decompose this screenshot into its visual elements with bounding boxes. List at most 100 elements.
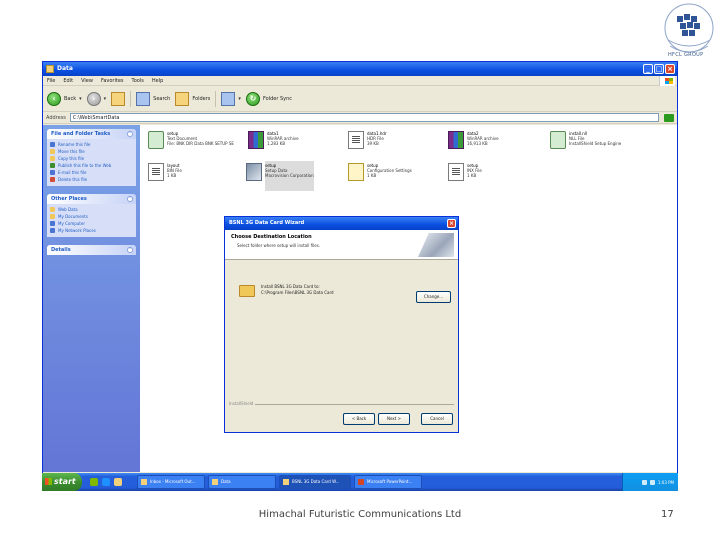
dropdown-arrow-icon: ▾ bbox=[103, 96, 107, 102]
folder-icon bbox=[50, 207, 55, 212]
back-arrow-icon: ‹ bbox=[47, 92, 61, 106]
task-wizard[interactable]: BSNL 3G Data Card W... bbox=[279, 475, 351, 489]
toolbar-separator bbox=[130, 91, 132, 107]
expand-icon[interactable]: ˅ bbox=[127, 247, 133, 253]
start-button[interactable]: start bbox=[42, 473, 82, 491]
menu-edit[interactable]: Edit bbox=[63, 76, 73, 85]
back-label: Back bbox=[64, 96, 77, 102]
slide-footer: Himachal Futuristic Communications Ltd bbox=[258, 509, 462, 520]
place-my-network[interactable]: My Network Places bbox=[50, 227, 133, 234]
menu-file[interactable]: File bbox=[47, 76, 55, 85]
file-item[interactable]: data2 WinRAR archive 16,913 KB bbox=[448, 129, 553, 159]
details-group: Details ˅ bbox=[47, 245, 136, 255]
email-icon bbox=[50, 170, 55, 175]
network-icon bbox=[50, 228, 55, 233]
menu-favorites[interactable]: Favorites bbox=[101, 76, 124, 85]
maximize-button[interactable]: □ bbox=[654, 64, 664, 74]
network-tray-icon[interactable] bbox=[641, 479, 647, 485]
task-group-header[interactable]: File and Folder Tasks ˄ bbox=[47, 129, 136, 139]
task-group-header[interactable]: Details ˅ bbox=[47, 245, 136, 255]
dialog-heading: Choose Destination Location bbox=[231, 234, 312, 240]
up-button[interactable] bbox=[111, 90, 126, 108]
folders-icon bbox=[175, 92, 190, 106]
copy-icon bbox=[50, 156, 55, 161]
delete-icon bbox=[50, 177, 55, 182]
file-item[interactable]: data1 WinRAR archive 1,283 KB bbox=[248, 129, 353, 159]
logo-text: HFCL GROUP bbox=[668, 52, 704, 58]
menu-view[interactable]: View bbox=[81, 76, 93, 85]
collapse-icon[interactable]: ˄ bbox=[127, 131, 133, 137]
task-group-header[interactable]: Other Places ˄ bbox=[47, 194, 136, 204]
change-button[interactable]: Change... bbox=[416, 291, 451, 303]
slide: HFCL GROUP Data _ □ × File Edit View Fav… bbox=[0, 0, 720, 540]
document-icon bbox=[148, 163, 164, 181]
menu-bar: File Edit View Favorites Tools Help bbox=[43, 76, 677, 86]
document-icon bbox=[448, 163, 464, 181]
back-button[interactable]: ‹ Back ▾ bbox=[47, 90, 82, 108]
next-button[interactable]: Next > bbox=[378, 413, 410, 425]
address-label: Address bbox=[46, 115, 66, 121]
volume-tray-icon[interactable] bbox=[649, 479, 655, 485]
minimize-button[interactable]: _ bbox=[643, 64, 653, 74]
window-titlebar[interactable]: Data _ □ × bbox=[43, 62, 677, 76]
file-item-selected[interactable]: setup Setup Data Macrovision Corporation bbox=[246, 161, 351, 191]
file-item[interactable]: layout BIN File 1 KB bbox=[148, 161, 253, 191]
task-move[interactable]: Move this file bbox=[50, 148, 133, 155]
menu-help[interactable]: Help bbox=[152, 76, 163, 85]
file-item[interactable]: setup Text Document File: BNK DIR Data BNK… bbox=[148, 129, 253, 159]
task-inbox[interactable]: Inbox - Microsoft Out... bbox=[137, 475, 205, 489]
page-number: 17 bbox=[661, 509, 674, 520]
folders-button[interactable]: Folders bbox=[175, 90, 210, 108]
menu-tools[interactable]: Tools bbox=[132, 76, 144, 85]
settings-file-icon bbox=[550, 131, 566, 149]
other-places-group: Other Places ˄ Web Data My Documents My … bbox=[47, 194, 136, 237]
dialog-body: Install BSNL 3G Data Card to: C:\Program… bbox=[225, 260, 458, 403]
views-button[interactable]: ▾ bbox=[221, 90, 241, 108]
move-icon bbox=[50, 149, 55, 154]
dialog-close-button[interactable]: × bbox=[447, 219, 456, 228]
collapse-icon[interactable]: ˄ bbox=[127, 196, 133, 202]
mail-icon[interactable] bbox=[114, 478, 122, 486]
setup-installer-icon bbox=[348, 163, 364, 181]
cancel-button[interactable]: Cancel bbox=[421, 413, 453, 425]
show-desktop-icon[interactable] bbox=[90, 478, 98, 486]
place-my-documents[interactable]: My Documents bbox=[50, 213, 133, 220]
search-button[interactable]: Search bbox=[136, 90, 170, 108]
task-rename[interactable]: Rename this file bbox=[50, 141, 133, 148]
footer-divider bbox=[255, 404, 454, 405]
window-title: Data bbox=[57, 65, 73, 72]
task-copy[interactable]: Copy this file bbox=[50, 155, 133, 162]
search-label: Search bbox=[153, 96, 171, 102]
back-button[interactable]: < Back bbox=[343, 413, 375, 425]
folder-sync-button[interactable]: ↻ Folder Sync bbox=[245, 90, 293, 108]
powerpoint-icon bbox=[358, 479, 364, 485]
task-email[interactable]: E-mail this file bbox=[50, 169, 133, 176]
task-delete[interactable]: Delete this file bbox=[50, 176, 133, 183]
place-web-data[interactable]: Web Data bbox=[50, 206, 133, 213]
destination-path: C:\Program Files\BSNL 3G Data Card bbox=[261, 290, 334, 295]
folder-sync-label: Folder Sync bbox=[262, 96, 293, 102]
folder-icon bbox=[239, 285, 255, 297]
setup-image-icon bbox=[246, 163, 262, 181]
file-item[interactable]: setup INX File 1 KB bbox=[448, 161, 553, 191]
task-powerpoint[interactable]: Microsoft PowerPoint... bbox=[354, 475, 422, 489]
dropdown-arrow-icon: ▾ bbox=[238, 96, 241, 102]
file-item[interactable]: setup Configuration Settings 1 KB bbox=[348, 161, 453, 191]
file-item[interactable]: install.nll NLL File InstallShield Setup E… bbox=[550, 129, 655, 159]
browser-icon[interactable] bbox=[102, 478, 110, 486]
destination-text: Install BSNL 3G Data Card to: C:\Program… bbox=[261, 284, 334, 296]
installer-icon bbox=[283, 479, 289, 485]
place-my-computer[interactable]: My Computer bbox=[50, 220, 133, 227]
file-folder-tasks-group: File and Folder Tasks ˄ Rename this file… bbox=[47, 129, 136, 186]
close-button[interactable]: × bbox=[665, 64, 675, 74]
task-publish[interactable]: Publish this file to the Web bbox=[50, 162, 133, 169]
quick-launch bbox=[90, 478, 134, 486]
winrar-archive-icon bbox=[248, 131, 264, 149]
dialog-titlebar[interactable]: BSNL 3G Data Card Wizard × bbox=[225, 217, 458, 230]
address-input[interactable]: C:\Web\SmartData bbox=[69, 113, 659, 122]
go-button[interactable] bbox=[664, 114, 674, 122]
sync-icon: ↻ bbox=[245, 92, 260, 106]
forward-button[interactable]: › ▾ bbox=[86, 90, 107, 108]
file-item[interactable]: data1.hdr HDR File 39 KB bbox=[348, 129, 453, 159]
task-data[interactable]: Data bbox=[208, 475, 276, 489]
